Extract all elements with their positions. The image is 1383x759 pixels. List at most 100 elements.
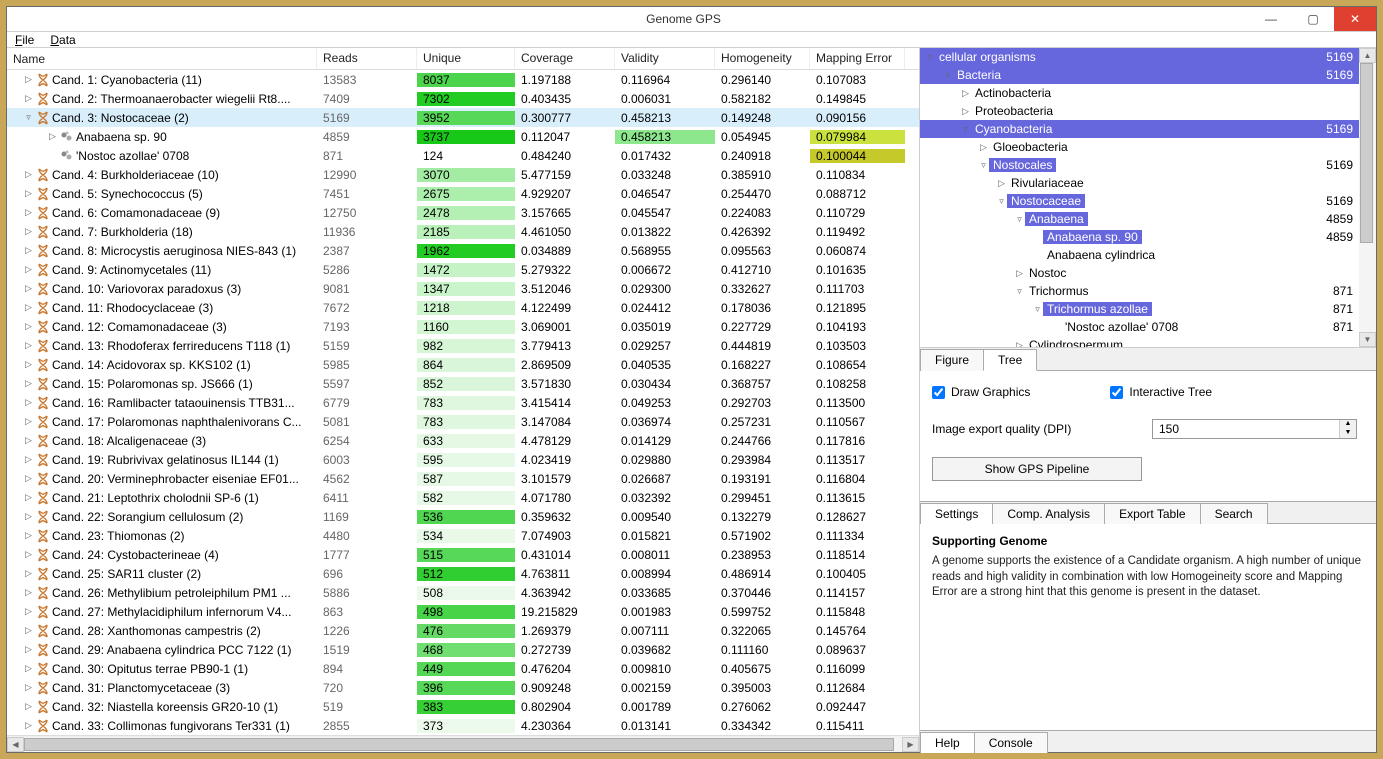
tab-figure[interactable]: Figure xyxy=(920,349,984,371)
expand-icon[interactable]: ▷ xyxy=(23,454,34,465)
expand-icon[interactable]: ▷ xyxy=(23,169,34,180)
col-reads[interactable]: Reads xyxy=(317,48,417,69)
table-row[interactable]: ▷ Cand. 1: Cyanobacteria (11)1358380371.… xyxy=(7,70,919,89)
table-row[interactable]: ▷ Cand. 5: Synechococcus (5)745126754.92… xyxy=(7,184,919,203)
tree-row[interactable]: Anabaena sp. 904859 xyxy=(920,228,1359,246)
expand-icon[interactable]: ▷ xyxy=(23,188,34,199)
tree-expand-icon[interactable]: ▿ xyxy=(1014,214,1025,225)
tree-expand-icon[interactable]: ▿ xyxy=(942,70,953,81)
expand-icon[interactable]: ▷ xyxy=(23,435,34,446)
tree-vertical-scrollbar[interactable]: ▲ ▼ xyxy=(1359,48,1376,347)
expand-icon[interactable]: ▷ xyxy=(23,473,34,484)
table-row[interactable]: ▷ Cand. 28: Xanthomonas campestris (2)12… xyxy=(7,621,919,640)
table-row[interactable]: ▷ Cand. 20: Verminephrobacter eiseniae E… xyxy=(7,469,919,488)
horizontal-scrollbar[interactable]: ◀ ▶ xyxy=(7,735,919,752)
expand-icon[interactable]: ▷ xyxy=(23,226,34,237)
table-row[interactable]: ▷ Cand. 15: Polaromonas sp. JS666 (1)559… xyxy=(7,374,919,393)
expand-icon[interactable]: ▷ xyxy=(23,378,34,389)
expand-icon[interactable]: ▷ xyxy=(23,663,34,674)
expand-icon[interactable]: ▷ xyxy=(23,606,34,617)
table-row[interactable]: ▷ Cand. 8: Microcystis aeruginosa NIES-8… xyxy=(7,241,919,260)
expand-icon[interactable]: ▷ xyxy=(23,74,34,85)
table-row[interactable]: ▷ Cand. 11: Rhodocyclaceae (3)767212184.… xyxy=(7,298,919,317)
tree-row[interactable]: ▿Trichormus azollae871 xyxy=(920,300,1359,318)
tree-expand-icon[interactable]: ▿ xyxy=(1014,286,1025,297)
expand-icon[interactable]: ▷ xyxy=(47,131,58,142)
expand-icon[interactable]: ▷ xyxy=(23,644,34,655)
table-row[interactable]: ▷ Cand. 26: Methylibium petroleiphilum P… xyxy=(7,583,919,602)
maximize-button[interactable]: ▢ xyxy=(1292,7,1334,31)
tree-expand-icon[interactable]: ▿ xyxy=(960,124,971,135)
tree-expand-icon[interactable]: ▷ xyxy=(1014,340,1025,349)
table-row[interactable]: ▷ Cand. 23: Thiomonas (2)44805347.074903… xyxy=(7,526,919,545)
tree-row[interactable]: ▿Trichormus871 xyxy=(920,282,1359,300)
tree-expand-icon[interactable]: ▷ xyxy=(960,88,971,99)
tree-row[interactable]: ▷Rivulariaceae xyxy=(920,174,1359,192)
tree-expand-icon[interactable]: ▿ xyxy=(924,52,935,63)
expand-icon[interactable]: ▷ xyxy=(23,549,34,560)
tree-expand-icon[interactable]: ▷ xyxy=(978,142,989,153)
menu-data[interactable]: Data xyxy=(50,33,75,47)
tree-expand-icon[interactable]: ▿ xyxy=(1032,304,1043,315)
table-row[interactable]: ▿ Cand. 3: Nostocaceae (2)516939520.3007… xyxy=(7,108,919,127)
table-row[interactable]: ▷ Cand. 7: Burkholderia (18)1193621854.4… xyxy=(7,222,919,241)
show-gps-pipeline-button[interactable]: Show GPS Pipeline xyxy=(932,457,1142,481)
tree-row[interactable]: ▷Gloeobacteria xyxy=(920,138,1359,156)
expand-icon[interactable]: ▷ xyxy=(23,492,34,503)
table-row[interactable]: ▷ Cand. 19: Rubrivivax gelatinosus IL144… xyxy=(7,450,919,469)
expand-icon[interactable]: ▷ xyxy=(23,397,34,408)
scroll-left-button[interactable]: ◀ xyxy=(7,737,24,752)
expand-icon[interactable]: ▷ xyxy=(23,568,34,579)
table-row[interactable]: ▷ Cand. 21: Leptothrix cholodnii SP-6 (1… xyxy=(7,488,919,507)
dpi-up[interactable]: ▲ xyxy=(1340,420,1356,429)
expand-icon[interactable]: ▷ xyxy=(23,302,34,313)
expand-icon[interactable] xyxy=(47,150,58,161)
tree-row[interactable]: 'Nostoc azollae' 0708871 xyxy=(920,318,1359,336)
dpi-input[interactable]: ▲▼ xyxy=(1152,419,1357,439)
tab-export-table[interactable]: Export Table xyxy=(1104,503,1201,524)
tab-console[interactable]: Console xyxy=(974,732,1048,753)
expand-icon[interactable]: ▷ xyxy=(23,530,34,541)
expand-icon[interactable]: ▷ xyxy=(23,340,34,351)
table-row[interactable]: ▷ Cand. 12: Comamonadaceae (3)719311603.… xyxy=(7,317,919,336)
scroll-down-button[interactable]: ▼ xyxy=(1359,332,1376,347)
table-row[interactable]: ▷ Cand. 18: Alcaligenaceae (3)62546334.4… xyxy=(7,431,919,450)
table-row[interactable]: ▷ Cand. 27: Methylacidiphilum infernorum… xyxy=(7,602,919,621)
tree-expand-icon[interactable] xyxy=(1032,232,1043,243)
tab-settings[interactable]: Settings xyxy=(920,503,993,524)
minimize-button[interactable]: — xyxy=(1250,7,1292,31)
table-row[interactable]: ▷ Cand. 4: Burkholderiaceae (10)12990307… xyxy=(7,165,919,184)
expand-icon[interactable]: ▷ xyxy=(23,359,34,370)
table-row[interactable]: ▷ Anabaena sp. 90485937370.1120470.45821… xyxy=(7,127,919,146)
tree-row[interactable]: ▷Nostoc xyxy=(920,264,1359,282)
expand-icon[interactable]: ▷ xyxy=(23,283,34,294)
expand-icon[interactable]: ▿ xyxy=(23,112,34,123)
scroll-vthumb[interactable] xyxy=(1360,63,1373,243)
interactive-tree-checkbox[interactable]: Interactive Tree xyxy=(1110,385,1212,399)
table-row[interactable]: ▷ Cand. 17: Polaromonas naphthalenivoran… xyxy=(7,412,919,431)
tree-row[interactable]: ▿cellular organisms5169 xyxy=(920,48,1359,66)
expand-icon[interactable]: ▷ xyxy=(23,416,34,427)
tree-row[interactable]: Anabaena cylindrica xyxy=(920,246,1359,264)
expand-icon[interactable]: ▷ xyxy=(23,701,34,712)
tree-expand-icon[interactable]: ▷ xyxy=(996,178,1007,189)
expand-icon[interactable]: ▷ xyxy=(23,245,34,256)
table-row[interactable]: ▷ Cand. 30: Opitutus terrae PB90-1 (1)89… xyxy=(7,659,919,678)
table-row[interactable]: ▷ Cand. 25: SAR11 cluster (2)6965124.763… xyxy=(7,564,919,583)
table-row[interactable]: ▷ Cand. 29: Anabaena cylindrica PCC 7122… xyxy=(7,640,919,659)
tree-row[interactable]: ▿Bacteria5169 xyxy=(920,66,1359,84)
tree-row[interactable]: ▷Cylindrospermum xyxy=(920,336,1359,348)
table-row[interactable]: ▷ Cand. 2: Thermoanaerobacter wiegelii R… xyxy=(7,89,919,108)
close-button[interactable]: ✕ xyxy=(1334,7,1376,31)
table-row[interactable]: 'Nostoc azollae' 07088711240.4842400.017… xyxy=(7,146,919,165)
col-name[interactable]: Name xyxy=(7,48,317,69)
expand-icon[interactable]: ▷ xyxy=(23,93,34,104)
table-row[interactable]: ▷ Cand. 10: Variovorax paradoxus (3)9081… xyxy=(7,279,919,298)
table-row[interactable]: ▷ Cand. 33: Collimonas fungivorans Ter33… xyxy=(7,716,919,735)
table-row[interactable]: ▷ Cand. 22: Sorangium cellulosum (2)1169… xyxy=(7,507,919,526)
col-homogeneity[interactable]: Homogeneity xyxy=(715,48,810,69)
tree-expand-icon[interactable] xyxy=(1032,250,1043,261)
table-row[interactable]: ▷ Cand. 31: Planctomycetaceae (3)7203960… xyxy=(7,678,919,697)
table-row[interactable]: ▷ Cand. 6: Comamonadaceae (9)1275024783.… xyxy=(7,203,919,222)
menu-file[interactable]: File xyxy=(15,33,34,47)
